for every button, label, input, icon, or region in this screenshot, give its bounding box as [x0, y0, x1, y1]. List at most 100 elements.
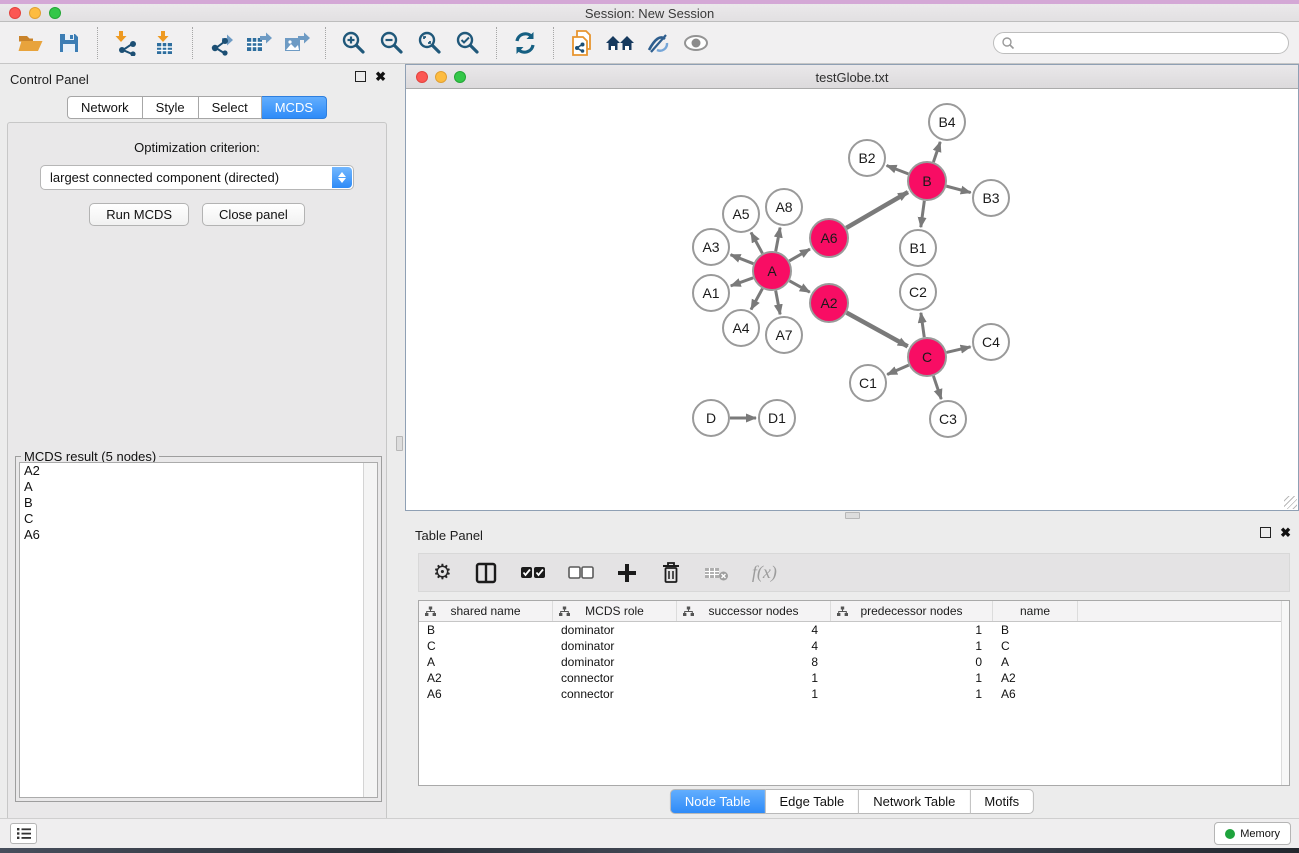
list-item[interactable]: A6 [20, 527, 377, 543]
window-resize-grip[interactable] [1284, 496, 1297, 509]
table-row[interactable]: Adominator80A [419, 654, 1289, 670]
zoom-out-icon[interactable] [373, 25, 411, 61]
graph-edge-A-A2[interactable] [789, 281, 809, 292]
graph-node-A5[interactable]: A5 [723, 196, 759, 232]
column-header-MCDS-role[interactable]: MCDS role [553, 601, 677, 621]
float-panel-icon[interactable] [355, 71, 366, 82]
graph-node-B1[interactable]: B1 [900, 230, 936, 266]
table-row[interactable]: A2connector11A2 [419, 670, 1289, 686]
column-header-predecessor-nodes[interactable]: predecessor nodes [831, 601, 993, 621]
column-header-shared-name[interactable]: shared name [419, 601, 553, 621]
eye-icon[interactable] [677, 25, 715, 61]
column-header-successor-nodes[interactable]: successor nodes [677, 601, 831, 621]
graph-node-A2[interactable]: A2 [810, 284, 848, 322]
splitter-grip[interactable] [396, 436, 403, 451]
graph-node-C4[interactable]: C4 [973, 324, 1009, 360]
search-input[interactable] [993, 32, 1289, 54]
hide-labels-icon[interactable] [639, 25, 677, 61]
open-file-icon[interactable] [12, 25, 50, 61]
mcds-result-list[interactable]: A2ABCA6 [19, 462, 378, 798]
graph-node-A4[interactable]: A4 [723, 310, 759, 346]
graph-node-A6[interactable]: A6 [810, 219, 848, 257]
list-scrollbar[interactable] [363, 463, 377, 797]
export-image-icon[interactable] [278, 25, 316, 61]
graph-node-B2[interactable]: B2 [849, 140, 885, 176]
graph-edge-A6-B[interactable] [846, 192, 908, 228]
network-canvas[interactable]: B4B2BB3A8A5A6A3B1AA1C2A2A4A7C4CC1C3DD1 [406, 89, 1298, 510]
graph-node-A1[interactable]: A1 [693, 275, 729, 311]
zoom-in-icon[interactable] [335, 25, 373, 61]
run-mcds-button[interactable]: Run MCDS [89, 203, 189, 226]
graph-edge-C-C3[interactable] [933, 376, 941, 399]
close-panel-button[interactable]: Close panel [202, 203, 305, 226]
tab-select[interactable]: Select [199, 96, 262, 119]
graph-edge-A-A6[interactable] [789, 249, 810, 261]
zoom-fit-icon[interactable] [411, 25, 449, 61]
splitter-grip[interactable] [845, 512, 860, 519]
graph-edge-A-A7[interactable] [776, 291, 780, 315]
graph-edge-B-B2[interactable] [887, 166, 909, 174]
export-table-icon[interactable] [240, 25, 278, 61]
graph-edge-C-C4[interactable] [946, 347, 970, 353]
graph-node-A8[interactable]: A8 [766, 189, 802, 225]
vertical-splitter[interactable] [394, 64, 405, 820]
list-item[interactable]: A2 [20, 463, 377, 479]
graph-node-C1[interactable]: C1 [850, 365, 886, 401]
graph-edge-C-C1[interactable] [887, 365, 908, 374]
graph-edge-B-B3[interactable] [946, 186, 970, 192]
tab-edge-table[interactable]: Edge Table [765, 789, 859, 814]
tab-mcds[interactable]: MCDS [262, 96, 327, 119]
home-icon[interactable] [601, 25, 639, 61]
close-panel-icon[interactable]: ✖ [375, 71, 386, 82]
network-window-titlebar[interactable]: testGlobe.txt [406, 65, 1298, 89]
table-scrollbar[interactable] [1281, 601, 1289, 785]
tab-network-table[interactable]: Network Table [859, 789, 970, 814]
criterion-dropdown[interactable]: largest connected component (directed) [40, 165, 354, 190]
graph-node-D1[interactable]: D1 [759, 400, 795, 436]
import-network-icon[interactable] [107, 25, 145, 61]
table-row[interactable]: Bdominator41B [419, 622, 1289, 638]
tab-network[interactable]: Network [67, 96, 143, 119]
memory-button[interactable]: Memory [1214, 822, 1291, 845]
export-network-icon[interactable] [202, 25, 240, 61]
horizontal-splitter[interactable] [405, 511, 1299, 520]
graph-edge-A-A8[interactable] [776, 228, 780, 252]
graph-edge-A-A4[interactable] [751, 289, 762, 310]
tab-node-table[interactable]: Node Table [670, 789, 766, 814]
tab-style[interactable]: Style [143, 96, 199, 119]
float-panel-icon[interactable] [1260, 527, 1271, 538]
graph-edge-B-B1[interactable] [921, 201, 925, 227]
zoom-selected-icon[interactable] [449, 25, 487, 61]
table-row[interactable]: A6connector11A6 [419, 686, 1289, 702]
graph-edge-A-A1[interactable] [731, 278, 753, 286]
add-column-icon[interactable] [616, 558, 638, 588]
tab-motifs[interactable]: Motifs [970, 789, 1034, 814]
graph-node-B[interactable]: B [908, 162, 946, 200]
graph-node-A3[interactable]: A3 [693, 229, 729, 265]
deselect-all-icon[interactable] [568, 558, 594, 588]
graph-edge-B-B4[interactable] [933, 142, 940, 162]
select-all-icon[interactable] [520, 558, 546, 588]
graph-node-B4[interactable]: B4 [929, 104, 965, 140]
column-header-name[interactable]: name [993, 601, 1078, 621]
list-item[interactable]: B [20, 495, 377, 511]
column-layout-icon[interactable] [474, 558, 498, 588]
graph-node-C3[interactable]: C3 [930, 401, 966, 437]
node-table[interactable]: shared nameMCDS rolesuccessor nodesprede… [418, 600, 1290, 786]
close-panel-icon[interactable]: ✖ [1280, 527, 1291, 538]
graph-edge-A-A5[interactable] [751, 232, 762, 253]
import-table-icon[interactable] [145, 25, 183, 61]
graph-node-C2[interactable]: C2 [900, 274, 936, 310]
refresh-icon[interactable] [506, 25, 544, 61]
graph-node-B3[interactable]: B3 [973, 180, 1009, 216]
graph-edge-A-A3[interactable] [731, 255, 754, 264]
graph-node-A7[interactable]: A7 [766, 317, 802, 353]
gear-icon[interactable]: ⚙ [433, 558, 452, 588]
task-history-button[interactable] [10, 823, 37, 844]
list-item[interactable]: A [20, 479, 377, 495]
graph-node-A[interactable]: A [753, 252, 791, 290]
network-document-icon[interactable] [563, 25, 601, 61]
graph-node-D[interactable]: D [693, 400, 729, 436]
graph-edge-C-C2[interactable] [921, 313, 924, 337]
table-row[interactable]: Cdominator41C [419, 638, 1289, 654]
